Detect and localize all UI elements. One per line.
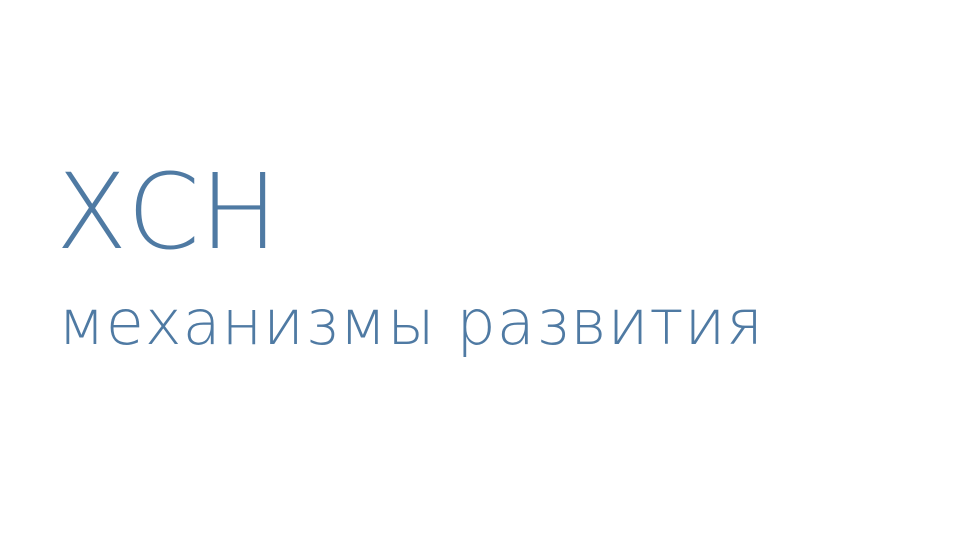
- slide: ХСН механизмы развития: [0, 0, 960, 540]
- slide-title: ХСН: [56, 151, 279, 273]
- slide-subtitle: механизмы развития: [58, 286, 764, 359]
